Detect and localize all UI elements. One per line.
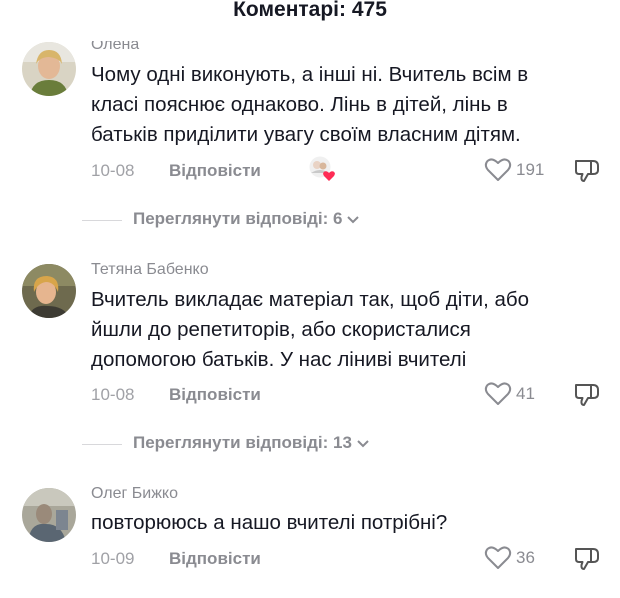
reply-button[interactable]: Відповісти xyxy=(169,549,261,569)
comment-author[interactable]: Олена xyxy=(91,41,139,54)
comment-date: 10-08 xyxy=(91,385,135,404)
like-button[interactable]: 36 xyxy=(484,545,535,570)
comment-text: Чому одні виконують, а інші ні. Вчитель … xyxy=(91,60,611,150)
comment-meta: 10-09 Відповісти 36 xyxy=(91,546,611,573)
comment-text-line: йшли до репетиторів, або скористалися xyxy=(91,318,471,341)
view-replies-row: Переглянути відповіді: 6 xyxy=(0,209,620,233)
comment-text: повторююсь а нашо вчителі потрібні? xyxy=(91,508,611,538)
heart-icon xyxy=(484,158,512,181)
thumbs-down-icon xyxy=(575,548,599,570)
view-replies-button[interactable]: Переглянути відповіді: 13 xyxy=(133,433,370,454)
reply-button[interactable]: Відповісти xyxy=(169,161,261,181)
dislike-button[interactable] xyxy=(573,382,601,413)
comment-author[interactable]: Олег Бижко xyxy=(91,485,178,503)
thumbs-down-icon xyxy=(575,160,599,182)
chevron-down-icon xyxy=(356,434,370,454)
divider-line xyxy=(82,444,122,445)
comment-text-line: повторююсь а нашо вчителі потрібні? xyxy=(91,511,448,534)
reply-button[interactable]: Відповісти xyxy=(169,385,261,405)
comment-author[interactable]: Тетяна Бабенко xyxy=(91,261,209,279)
like-count: 36 xyxy=(516,547,535,567)
comment-text: Вчитель викладає матеріал так, щоб діти,… xyxy=(91,285,611,375)
comment-meta: 10-08 Відповісти 191 xyxy=(91,155,611,185)
avatar[interactable] xyxy=(22,42,76,96)
view-replies-label: Переглянути відповіді: 6 xyxy=(133,209,343,228)
view-replies-label: Переглянути відповіді: 13 xyxy=(133,433,352,452)
comment-date: 10-08 xyxy=(91,161,135,180)
comment-meta: 10-08 Відповісти 41 xyxy=(91,382,611,409)
avatar[interactable] xyxy=(22,488,76,542)
comment-text-line: допомогою батьків. У нас ліниві вчителі xyxy=(91,348,467,371)
thumbs-down-icon xyxy=(575,384,599,406)
comment-text-line: класі пояснює однаково. Лінь в дітей, лі… xyxy=(91,93,508,116)
comment-text-line: Чому одні виконують, а інші ні. Вчитель … xyxy=(91,63,529,86)
view-replies-button[interactable]: Переглянути відповіді: 6 xyxy=(133,209,360,230)
dislike-button[interactable] xyxy=(573,158,601,189)
divider-line xyxy=(82,220,122,221)
comment-date: 10-09 xyxy=(91,549,135,568)
dislike-button[interactable] xyxy=(573,546,601,577)
comment-text-line: Вчитель викладає матеріал так, щоб діти,… xyxy=(91,288,530,311)
avatar[interactable] xyxy=(22,264,76,318)
heart-icon xyxy=(484,382,512,405)
chevron-down-icon xyxy=(346,210,360,230)
like-count: 191 xyxy=(516,159,545,179)
heart-icon xyxy=(484,546,512,569)
like-button[interactable]: 191 xyxy=(484,157,544,182)
comment-text-line: батьків приділити увагу своїм власним ді… xyxy=(91,123,521,146)
like-count: 41 xyxy=(516,383,535,403)
comments-header-title: Коментарі: 475 xyxy=(233,0,387,21)
liked-by-creator-icon xyxy=(307,155,337,183)
view-replies-row: Переглянути відповіді: 13 xyxy=(0,433,620,457)
like-button[interactable]: 41 xyxy=(484,381,535,406)
